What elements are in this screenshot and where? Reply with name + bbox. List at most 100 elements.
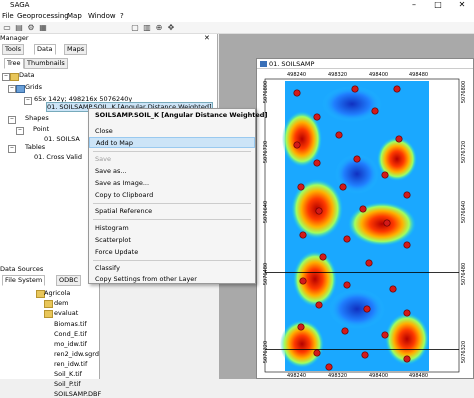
map-window[interactable]: 01. SOILSAMP 498240 498320 498400 498480… — [256, 58, 474, 379]
sample-point — [339, 183, 347, 191]
sample-point — [403, 355, 411, 363]
menu-item-save-as-image[interactable]: Save as Image... — [89, 178, 255, 189]
menu-item-copy-settings[interactable]: Copy Settings from other Layer — [89, 274, 255, 285]
save-icon[interactable]: ▤ — [14, 23, 24, 33]
sample-point — [313, 349, 321, 357]
list-item[interactable]: ren2_idw.sgrd — [54, 350, 99, 358]
list-item[interactable]: Soil_P.tif — [54, 380, 81, 388]
close-icon[interactable]: ✕ — [204, 34, 210, 42]
tree-tables[interactable]: Tables — [25, 143, 45, 151]
layers-icon[interactable]: ▥ — [142, 23, 152, 33]
sample-point — [315, 207, 323, 215]
grid-icon — [16, 85, 25, 93]
tab-tree[interactable]: Tree — [4, 58, 24, 69]
list-item[interactable]: SOILSAMP.DBF — [54, 390, 101, 398]
context-menu-header: SOILSAMP.SOIL_K [Angular Distance Weight… — [95, 111, 268, 119]
expand-icon[interactable]: − — [8, 145, 16, 153]
sample-point — [395, 135, 403, 143]
list-item[interactable]: evaluat — [54, 309, 78, 317]
expand-icon[interactable]: − — [24, 97, 32, 105]
sample-point — [319, 253, 327, 261]
data-sources-panel: Data Sources File System ODBC Agricola d… — [0, 264, 101, 398]
menu-item-copy-to-clipboard[interactable]: Copy to Clipboard — [89, 190, 255, 201]
sample-point — [363, 305, 371, 313]
sample-point — [371, 107, 379, 115]
zoom-icon[interactable]: ⊕ — [154, 23, 164, 33]
menu-file[interactable]: File — [2, 10, 14, 22]
list-item[interactable]: Biomas.tif — [54, 320, 87, 328]
y-tick: 5076640 — [461, 200, 468, 224]
sample-point — [297, 183, 305, 191]
sample-point — [351, 85, 359, 93]
menu-map[interactable]: Map — [67, 10, 82, 22]
tree-point[interactable]: Point — [33, 125, 49, 133]
map-gridline — [265, 349, 459, 350]
minimize-button[interactable]: – — [404, 0, 424, 10]
expand-icon[interactable]: − — [2, 73, 10, 81]
y-tick: 5076320 — [461, 340, 468, 364]
toolbar: ▭ ▤ ⚙ ▦ ▢ ▥ ⊕ ✥ — [0, 22, 474, 34]
separator — [93, 219, 251, 220]
menu-window[interactable]: Window — [88, 10, 116, 22]
list-item[interactable]: Agricola — [44, 289, 70, 297]
list-item[interactable]: dem — [54, 299, 68, 307]
menu-item-add-to-map[interactable]: Add to Map — [89, 137, 255, 148]
tree-grids[interactable]: Grids — [25, 83, 42, 91]
tab-odbc[interactable]: ODBC — [56, 275, 82, 286]
menu-item-spatial-reference[interactable]: Spatial Reference — [89, 206, 255, 217]
menu-item-close[interactable]: Close — [89, 126, 255, 137]
sample-point — [383, 219, 391, 227]
list-item[interactable]: Cond_E.tif — [54, 330, 87, 338]
menu-item-force-update[interactable]: Force Update — [89, 247, 255, 258]
maximize-button[interactable]: □ — [428, 0, 448, 10]
tree-data[interactable]: Data — [19, 71, 35, 79]
menu-item-save[interactable]: Save — [89, 154, 255, 165]
menu-item-histogram[interactable]: Histogram — [89, 223, 255, 234]
tree-shapes[interactable]: Shapes — [25, 114, 49, 122]
tab-file-system[interactable]: File System — [2, 275, 46, 286]
menu-item-scatterplot[interactable]: Scatterplot — [89, 235, 255, 246]
open-icon[interactable]: ▭ — [2, 23, 12, 33]
sample-point — [335, 131, 343, 139]
tab-tools[interactable]: Tools — [2, 44, 25, 55]
y-tick: 5076720 — [461, 140, 468, 164]
sample-point — [359, 205, 367, 213]
tab-thumbnails[interactable]: Thumbnails — [24, 58, 68, 69]
context-menu: SOILSAMP.SOIL_K [Angular Distance Weight… — [88, 108, 268, 285]
tree-point-item[interactable]: 01. SOILSA — [44, 135, 80, 143]
menu-geoprocessing[interactable]: Geoprocessing — [17, 10, 69, 22]
sample-point — [361, 351, 369, 359]
list-item[interactable]: mo_idw.tif — [54, 340, 87, 348]
sample-point — [315, 301, 323, 309]
pan-icon[interactable]: ✥ — [166, 23, 176, 33]
y-tick: 5076480 — [461, 262, 468, 286]
tab-maps[interactable]: Maps — [64, 44, 88, 55]
sample-point — [293, 89, 301, 97]
menu-item-classify[interactable]: Classify — [89, 263, 255, 274]
separator — [93, 260, 251, 261]
menu-help[interactable]: ? — [120, 10, 124, 22]
expand-icon[interactable]: − — [8, 116, 16, 124]
sample-point — [313, 113, 321, 121]
folder-icon — [10, 73, 19, 81]
map-canvas[interactable] — [257, 59, 473, 378]
sample-point — [403, 309, 411, 317]
workspace — [219, 34, 474, 58]
menu-item-save-as[interactable]: Save as... — [89, 166, 255, 177]
expand-icon[interactable]: − — [16, 127, 24, 135]
list-item[interactable]: ren_idw.tif — [54, 360, 87, 368]
grid-icon[interactable]: ▦ — [38, 23, 48, 33]
sample-point — [343, 235, 351, 243]
window-icon[interactable]: ▢ — [130, 23, 140, 33]
y-tick: 5076640 — [263, 200, 270, 224]
close-button[interactable]: ✕ — [452, 0, 472, 10]
sample-point — [365, 259, 373, 267]
tab-data[interactable]: Data — [34, 44, 56, 55]
gear-icon[interactable]: ⚙ — [26, 23, 36, 33]
list-item[interactable]: Soil_K.tif — [54, 370, 82, 378]
y-tick: 5076800 — [461, 80, 468, 104]
expand-icon[interactable]: − — [8, 85, 16, 93]
sample-point — [313, 159, 321, 167]
folder-icon — [44, 310, 53, 318]
tree-table-item[interactable]: 01. Cross Valid — [34, 153, 82, 161]
